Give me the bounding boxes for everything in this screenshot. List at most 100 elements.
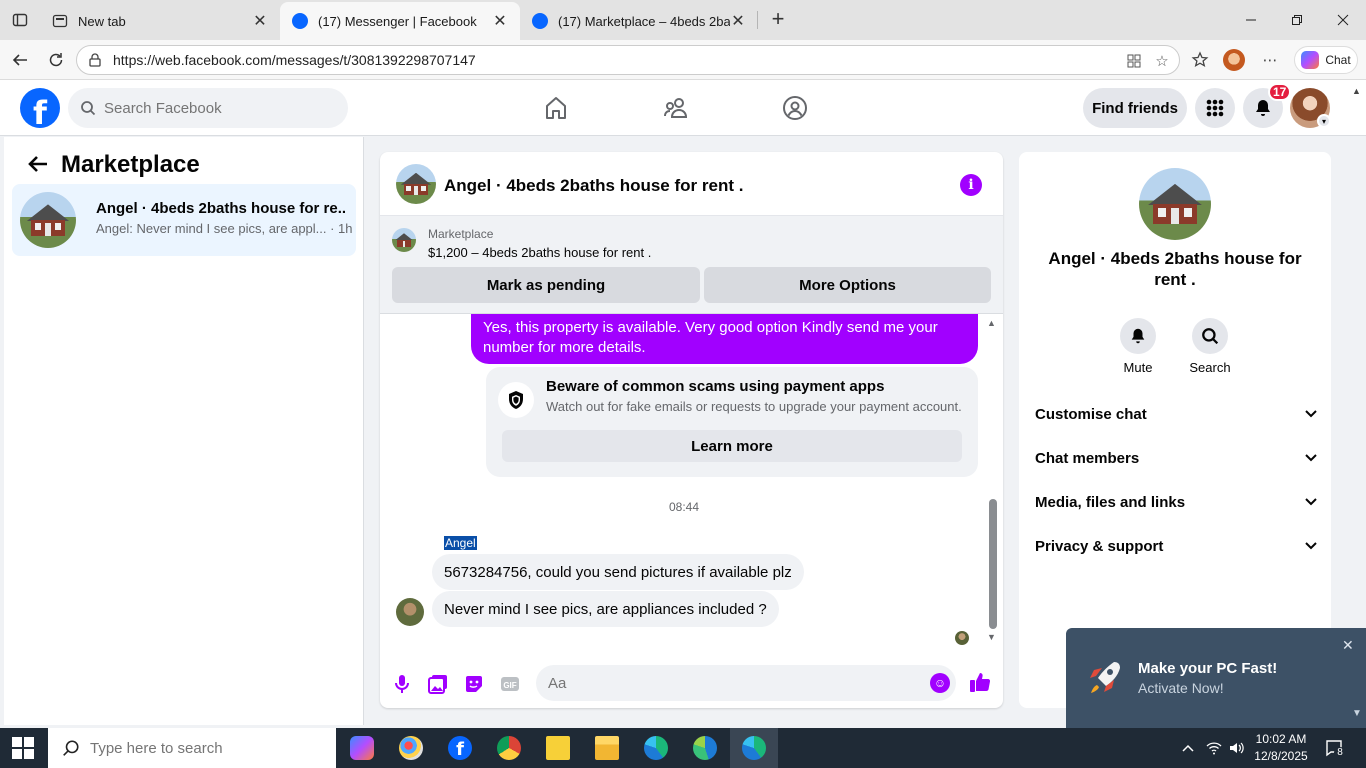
scroll-down-icon[interactable]: ▼: [987, 632, 996, 642]
search-icon[interactable]: [1192, 318, 1228, 354]
volume-icon[interactable]: [1226, 738, 1246, 758]
edge-app-icon[interactable]: [632, 728, 680, 768]
learn-more-button[interactable]: Learn more: [502, 430, 962, 462]
clock-date: 12/8/2025: [1254, 749, 1308, 763]
panel-title: Marketplace: [61, 151, 200, 178]
paint-app-icon[interactable]: [387, 728, 435, 768]
friends-icon[interactable]: [660, 92, 692, 124]
favorites-icon[interactable]: [1188, 48, 1212, 72]
url-field[interactable]: https://web.facebook.com/messages/t/3081…: [76, 45, 1180, 75]
taskbar-search[interactable]: [48, 728, 336, 768]
scroll-up-arrow-icon[interactable]: ▲: [1352, 86, 1361, 96]
received-message-bubble[interactable]: Never mind I see pics, are appliances in…: [432, 591, 779, 627]
search-action[interactable]: Search: [1180, 318, 1240, 375]
new-tab-icon: [52, 14, 68, 28]
refresh-icon[interactable]: [44, 48, 68, 72]
message-input-box[interactable]: [536, 665, 956, 701]
section-label: Media, files and links: [1035, 493, 1186, 511]
like-thumb-icon[interactable]: [969, 671, 991, 693]
customise-chat-section[interactable]: Customise chat: [1035, 398, 1317, 430]
app-available-icon[interactable]: [1125, 52, 1143, 70]
taskbar-search-input[interactable]: [90, 739, 310, 757]
chat-scrollbar[interactable]: [989, 499, 997, 629]
conversation-preview: Angel: Never mind I see pics, are appl..…: [96, 221, 353, 236]
bell-icon[interactable]: [1120, 318, 1156, 354]
sent-message-bubble[interactable]: Yes, this property is available. Very go…: [471, 314, 978, 364]
conversation-details-panel: Angel · 4beds 2baths house for rent . Mu…: [1019, 152, 1331, 708]
close-window-icon[interactable]: [1328, 6, 1358, 34]
info-icon[interactable]: i: [960, 174, 982, 196]
new-tab-button[interactable]: +: [766, 8, 790, 32]
chat-avatar[interactable]: [396, 164, 436, 204]
facebook-app-icon[interactable]: f: [436, 728, 484, 768]
mute-label: Mute: [1123, 360, 1153, 375]
chrome-app-icon[interactable]: [485, 728, 533, 768]
facebook-logo-icon[interactable]: f: [20, 88, 60, 128]
search-icon: [63, 740, 79, 756]
conversation-item[interactable]: Angel · 4beds 2baths house for re... Ang…: [12, 184, 356, 256]
edge-beta-app-icon[interactable]: [681, 728, 729, 768]
show-hidden-icons-chevron-icon[interactable]: [1178, 738, 1198, 758]
taskbar-clock[interactable]: 10:02 AM 12/8/2025: [1250, 731, 1312, 765]
site-info-icon[interactable]: [87, 52, 103, 68]
chevron-down-icon: [1305, 454, 1317, 462]
emoji-icon[interactable]: ☺: [930, 673, 950, 693]
sender-avatar[interactable]: [396, 598, 424, 626]
media-files-links-section[interactable]: Media, files and links: [1035, 486, 1317, 518]
message-composer: GIF ☺: [380, 657, 1003, 708]
received-message-bubble[interactable]: 5673284756, could you send pictures if a…: [432, 554, 804, 590]
favorite-star-icon[interactable]: ☆: [1153, 52, 1171, 70]
chat-title[interactable]: Angel · 4beds 2baths house for rent .: [444, 176, 743, 196]
sticky-notes-app-icon[interactable]: [534, 728, 582, 768]
windows-start-icon[interactable]: [12, 737, 34, 759]
home-icon[interactable]: [540, 92, 572, 124]
back-icon[interactable]: [8, 48, 32, 72]
microphone-icon[interactable]: [391, 673, 413, 695]
listing-price[interactable]: $1,200 – 4beds 2baths house for rent .: [428, 245, 651, 260]
toast-subtitle[interactable]: Activate Now!: [1138, 680, 1224, 696]
photo-gallery-icon[interactable]: [427, 673, 449, 695]
pc-fast-toast[interactable]: ✕ Make your PC Fast! Activate Now! ▼: [1066, 628, 1366, 728]
more-options-button[interactable]: More Options: [704, 267, 991, 303]
back-arrow-icon[interactable]: [26, 154, 50, 174]
sticker-icon[interactable]: [463, 673, 485, 695]
close-tab-icon[interactable]: ✕: [252, 13, 268, 30]
tab-new-tab[interactable]: New tab ✕: [40, 2, 280, 40]
mute-action[interactable]: Mute: [1108, 318, 1168, 375]
wifi-icon[interactable]: [1204, 738, 1224, 758]
tab-actions-icon[interactable]: [8, 8, 32, 32]
minimize-icon[interactable]: [1236, 6, 1266, 34]
chevron-down-icon[interactable]: ▾: [1317, 114, 1331, 128]
restore-icon[interactable]: [1282, 6, 1312, 34]
close-tab-icon[interactable]: ✕: [492, 13, 508, 30]
facebook-search-input[interactable]: [104, 99, 324, 117]
file-explorer-app-icon[interactable]: [583, 728, 631, 768]
facebook-favicon-icon: [292, 13, 308, 29]
edge-dev-app-icon[interactable]: [730, 728, 778, 768]
groups-icon[interactable]: [779, 92, 811, 124]
find-friends-button[interactable]: Find friends: [1083, 88, 1187, 128]
message-input[interactable]: [548, 674, 908, 692]
close-tab-icon[interactable]: ✕: [730, 13, 746, 30]
gif-icon[interactable]: GIF: [499, 673, 521, 695]
privacy-support-section[interactable]: Privacy & support: [1035, 530, 1317, 562]
tab-title: New tab: [78, 13, 126, 29]
menu-grid-icon[interactable]: [1195, 88, 1235, 128]
extension-avatar-icon[interactable]: [1222, 48, 1246, 72]
details-avatar[interactable]: [1139, 168, 1211, 240]
search-label: Search: [1189, 360, 1231, 375]
section-label: Chat members: [1035, 449, 1140, 467]
section-label: Customise chat: [1035, 405, 1147, 423]
facebook-search[interactable]: [68, 88, 348, 128]
chevron-down-icon[interactable]: ▼: [1352, 708, 1362, 719]
chat-members-section[interactable]: Chat members: [1035, 442, 1317, 474]
more-menu-icon[interactable]: ⋯: [1258, 48, 1282, 72]
close-icon[interactable]: ✕: [1342, 637, 1354, 654]
scroll-up-icon[interactable]: ▲: [987, 318, 996, 328]
mark-as-pending-button[interactable]: Mark as pending: [392, 267, 700, 303]
copilot-app-icon[interactable]: [338, 728, 386, 768]
tab-messenger[interactable]: (17) Messenger | Facebook ✕: [280, 2, 520, 40]
tab-marketplace[interactable]: (17) Marketplace – 4beds 2baths h ✕: [520, 2, 758, 40]
copilot-chat-button[interactable]: Chat: [1294, 46, 1358, 74]
url-text: https://web.facebook.com/messages/t/3081…: [113, 52, 476, 68]
